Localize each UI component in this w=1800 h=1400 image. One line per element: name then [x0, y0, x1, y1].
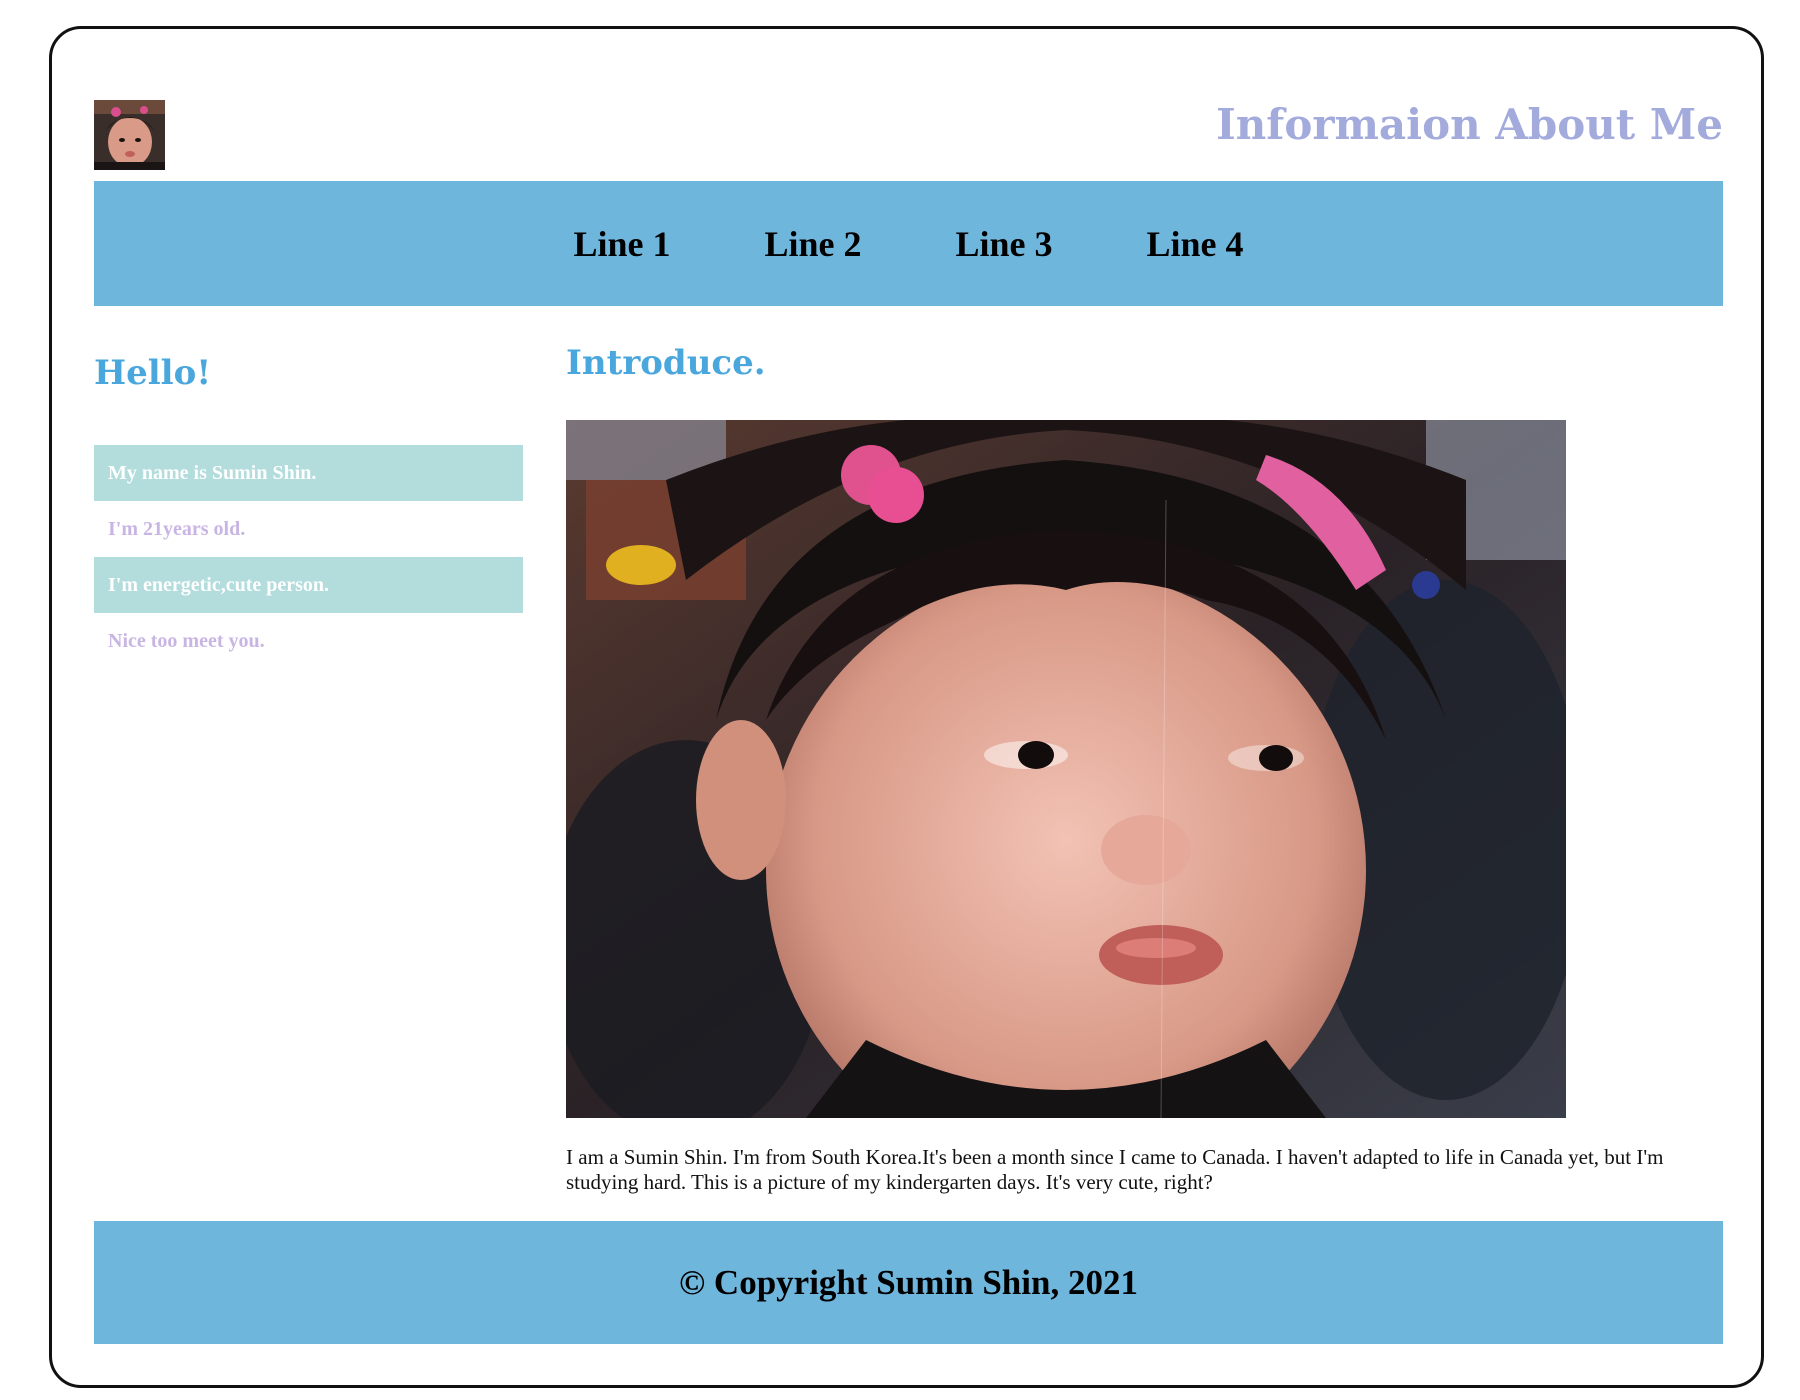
copyright-text: © Copyright Sumin Shin, 2021: [679, 1262, 1138, 1302]
header: Informaion About Me: [94, 100, 1723, 170]
footer: © Copyright Sumin Shin, 2021: [94, 1221, 1723, 1344]
list-item-personality: I'm energetic,cute person.: [94, 557, 523, 613]
kindergarten-photo-image: [566, 420, 1566, 1118]
sidebar-heading: Hello!: [94, 353, 212, 393]
avatar-photo: [94, 100, 165, 170]
avatar: [94, 100, 165, 170]
nav-item-line-3[interactable]: Line 3: [956, 223, 1053, 265]
nav-item-line-4[interactable]: Line 4: [1147, 223, 1244, 265]
main-heading: Introduce.: [566, 343, 766, 383]
nav-item-line-1[interactable]: Line 1: [573, 223, 670, 265]
page-title: Informaion About Me: [1216, 100, 1723, 149]
nav-item-line-2[interactable]: Line 2: [764, 223, 861, 265]
kindergarten-photo: [566, 420, 1566, 1118]
list-item-greeting: Nice too meet you.: [108, 630, 265, 652]
list-item-name: My name is Sumin Shin.: [94, 445, 523, 501]
main-content: Introduce. I am a Sumin Shin. I'm from S…: [566, 335, 1723, 1194]
intro-paragraph: I am a Sumin Shin. I'm from South Korea.…: [566, 1145, 1664, 1194]
list-item-age: I'm 21years old.: [108, 518, 246, 540]
sidebar: Hello! My name is Sumin Shin. I'm 21year…: [94, 345, 523, 669]
main-navigation: Line 1 Line 2 Line 3 Line 4: [94, 181, 1723, 306]
